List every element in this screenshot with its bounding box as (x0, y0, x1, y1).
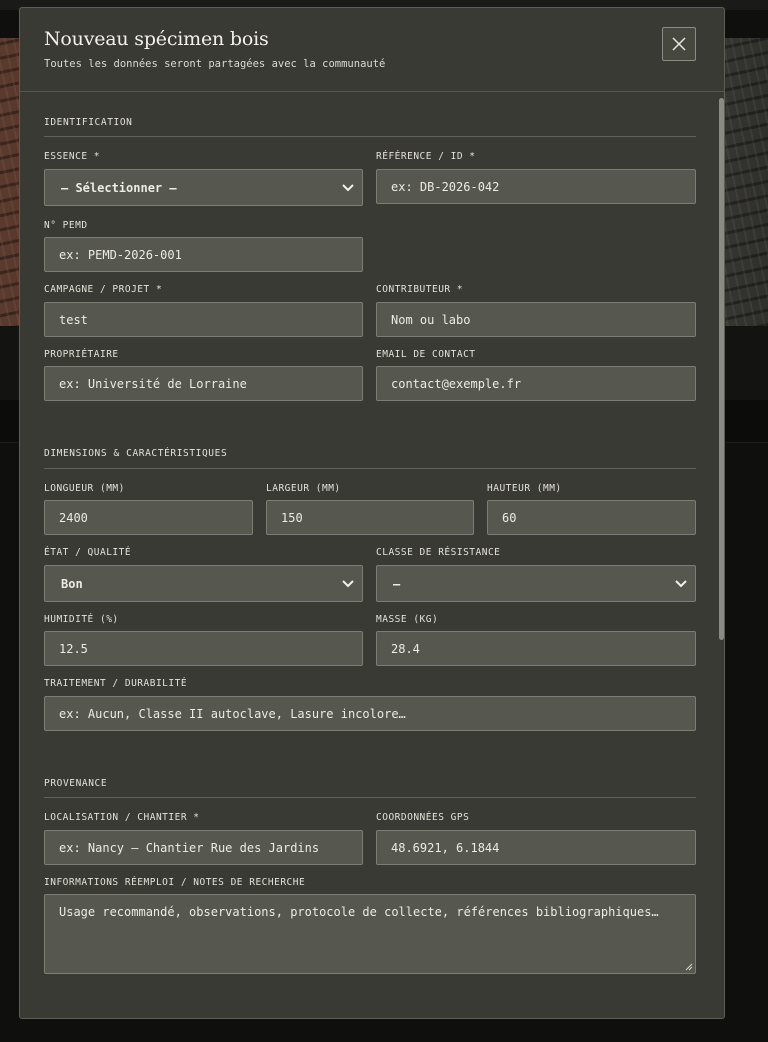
humidite-value: 12.5 (59, 641, 88, 656)
largeur-value: 150 (281, 510, 303, 525)
localisation-label: LOCALISATION / CHANTIER * (44, 812, 200, 823)
traitement-label: TRAITEMENT / DURABILITÉ (44, 678, 188, 689)
campagne-value: test (59, 312, 88, 327)
essence-value: — Sélectionner — (61, 180, 177, 195)
traitement-input[interactable]: ex: Aucun, Classe II autoclave, Lasure i… (44, 696, 696, 731)
scrollbar-thumb[interactable] (719, 98, 724, 640)
notes-label: INFORMATIONS RÉEMPLOI / NOTES DE RECHERC… (44, 877, 306, 888)
modal-header: Nouveau spécimen bois Toutes les données… (20, 8, 724, 92)
traitement-placeholder: ex: Aucun, Classe II autoclave, Lasure i… (59, 706, 406, 721)
campagne-input[interactable]: test (44, 302, 363, 337)
humidite-label: HUMIDITÉ (%) (44, 614, 119, 625)
proprietaire-input[interactable]: ex: Université de Lorraine (44, 366, 363, 401)
section-divider (44, 797, 696, 798)
localisation-placeholder: ex: Nancy — Chantier Rue des Jardins (59, 840, 320, 855)
notes-textarea[interactable]: Usage recommandé, observations, protocol… (44, 894, 696, 974)
classe-value: — (393, 576, 401, 591)
masse-label: MASSE (KG) (376, 614, 439, 625)
modal-subtitle: Toutes les données seront partagées avec… (44, 58, 386, 70)
classe-select[interactable]: — (376, 565, 696, 602)
notes-placeholder: Usage recommandé, observations, protocol… (59, 905, 659, 919)
reference-input[interactable]: ex: DB-2026-042 (376, 169, 696, 204)
modal-title: Nouveau spécimen bois (44, 28, 269, 50)
contributeur-input[interactable]: Nom ou labo (376, 302, 696, 337)
chevron-down-icon (342, 183, 354, 191)
contributeur-label: CONTRIBUTEUR * (376, 284, 464, 295)
classe-label: CLASSE DE RÉSISTANCE (376, 547, 501, 558)
section-title-provenance: PROVENANCE (44, 778, 108, 789)
gps-label: COORDONNÉES GPS (376, 812, 470, 823)
localisation-input[interactable]: ex: Nancy — Chantier Rue des Jardins (44, 830, 363, 865)
section-divider (44, 136, 696, 137)
largeur-input[interactable]: 150 (266, 500, 474, 535)
chevron-down-icon (342, 579, 354, 587)
humidite-input[interactable]: 12.5 (44, 631, 363, 666)
email-label: EMAIL DE CONTACT (376, 349, 476, 360)
pemd-input[interactable]: ex: PEMD-2026-001 (44, 237, 363, 272)
email-input[interactable]: contact@exemple.fr (376, 366, 696, 401)
hauteur-label: HAUTEUR (MM) (487, 483, 562, 494)
longueur-input[interactable]: 2400 (44, 500, 253, 535)
campagne-label: CAMPAGNE / PROJET * (44, 284, 163, 295)
etat-value: Bon (61, 576, 83, 591)
hauteur-input[interactable]: 60 (487, 500, 696, 535)
gps-value: 48.6921, 6.1844 (391, 840, 500, 855)
largeur-label: LARGEUR (MM) (266, 483, 341, 494)
chevron-down-icon (675, 579, 687, 587)
reference-label: RÉFÉRENCE / ID * (376, 151, 476, 162)
masse-input[interactable]: 28.4 (376, 631, 696, 666)
close-icon (672, 37, 686, 51)
essence-label: ESSENCE * (44, 151, 100, 162)
longueur-value: 2400 (59, 510, 88, 525)
reference-placeholder: ex: DB-2026-042 (391, 179, 500, 194)
section-title-dimensions: DIMENSIONS & CARACTÉRISTIQUES (44, 448, 228, 459)
section-divider (44, 468, 696, 469)
longueur-label: LONGUEUR (MM) (44, 483, 125, 494)
etat-label: ÉTAT / QUALITÉ (44, 547, 132, 558)
close-button[interactable] (662, 27, 696, 61)
pemd-placeholder: ex: PEMD-2026-001 (59, 247, 182, 262)
resize-handle-icon[interactable] (685, 963, 693, 971)
etat-select[interactable]: Bon (44, 565, 363, 602)
masse-value: 28.4 (391, 641, 420, 656)
email-placeholder: contact@exemple.fr (391, 376, 522, 391)
proprietaire-label: PROPRIÉTAIRE (44, 349, 119, 360)
pemd-label: N° PEMD (44, 220, 88, 231)
new-specimen-modal: Nouveau spécimen bois Toutes les données… (19, 7, 725, 1019)
hauteur-value: 60 (502, 510, 517, 525)
contributeur-placeholder: Nom ou labo (391, 312, 471, 327)
gps-input[interactable]: 48.6921, 6.1844 (376, 830, 696, 865)
proprietaire-placeholder: ex: Université de Lorraine (59, 376, 247, 391)
essence-select[interactable]: — Sélectionner — (44, 169, 363, 206)
section-title-identification: IDENTIFICATION (44, 117, 133, 128)
